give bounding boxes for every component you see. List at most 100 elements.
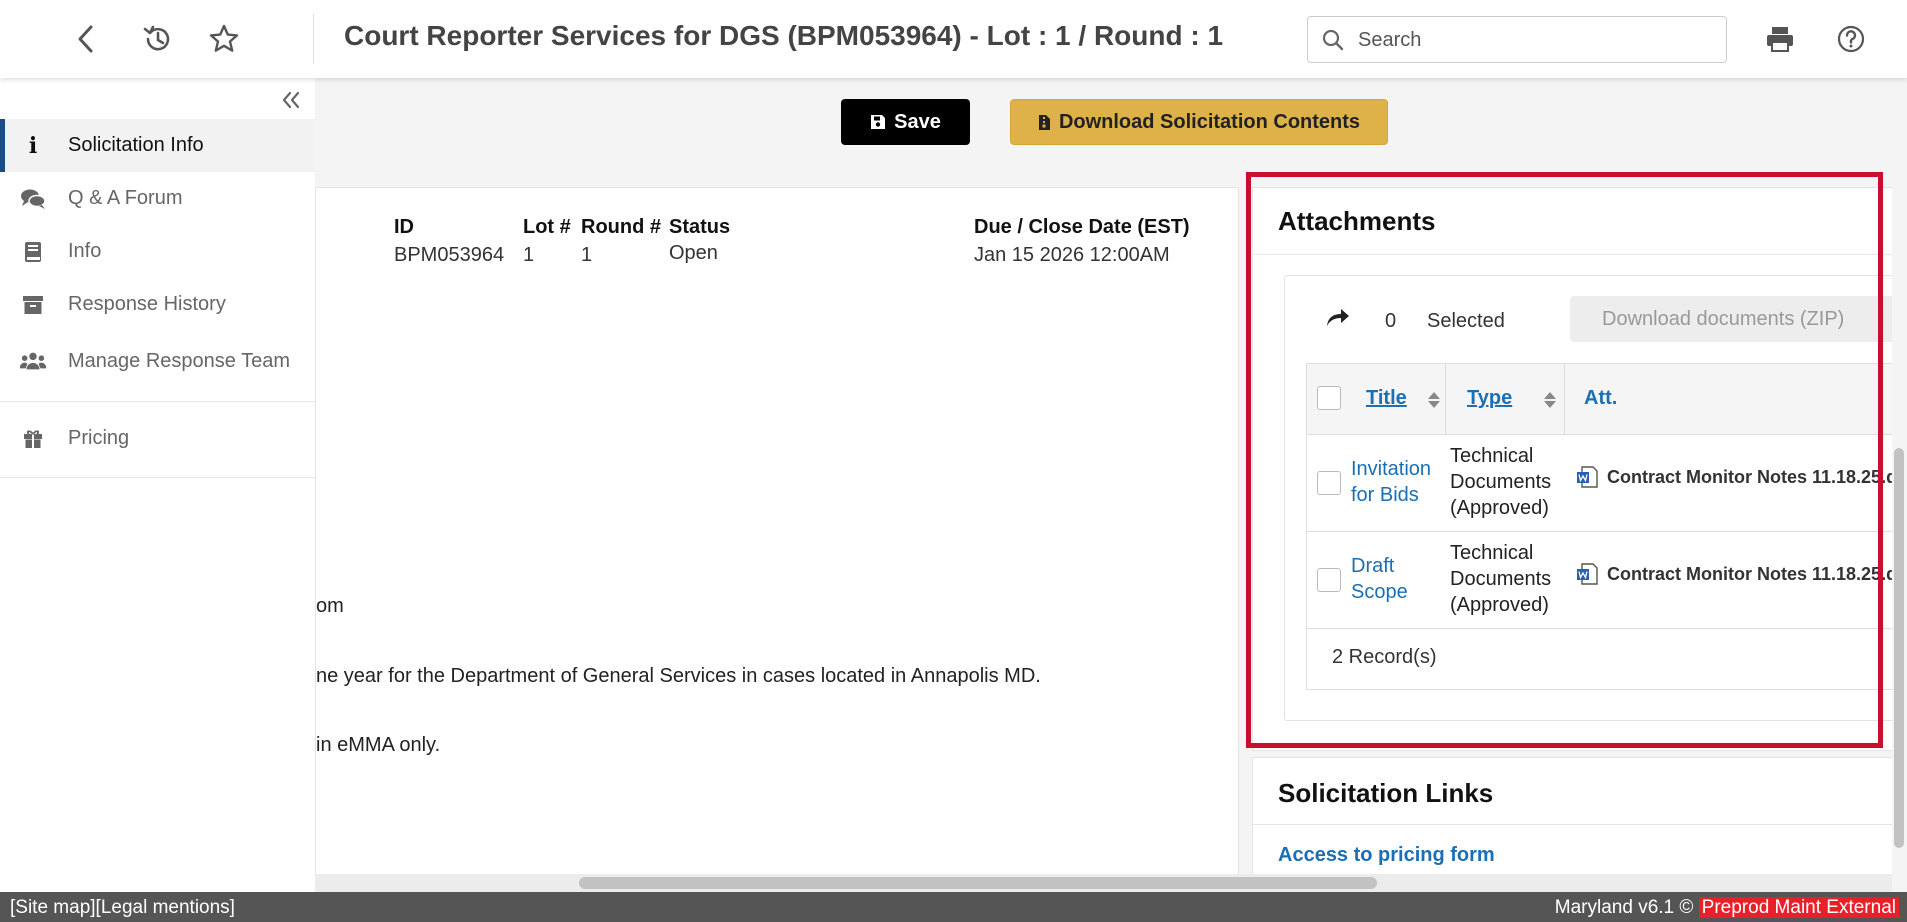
top-bar: Court Reporter Services for DGS (BPM0539… — [0, 0, 1907, 78]
sidebar-item-qa-forum[interactable]: Q & A Forum — [0, 172, 315, 225]
sidebar-item-label: Pricing — [68, 427, 130, 449]
table-row: Draft Scope Technical Documents (Approve… — [1307, 532, 1907, 629]
search-box[interactable] — [1307, 16, 1727, 63]
printer-icon — [1767, 27, 1793, 52]
status-value: Open — [669, 242, 718, 264]
sidebar-divider — [0, 401, 315, 402]
collapse-sidebar-button[interactable] — [280, 88, 302, 114]
title-column-header[interactable]: Title — [1366, 387, 1407, 410]
column-divider — [1564, 364, 1565, 435]
horizontal-scrollbar-thumb[interactable] — [579, 877, 1377, 889]
solicitation-links-card: Solicitation Links Access to pricing for… — [1252, 757, 1907, 892]
selected-count: 0 — [1385, 310, 1397, 332]
sidebar-item-manage-response-team[interactable]: Manage Response Team — [0, 331, 315, 391]
attachment-type: Technical Documents (Approved) — [1450, 542, 1552, 616]
attachment-title-link[interactable]: Invitation for Bids — [1351, 456, 1441, 508]
sidebar-item-info[interactable]: Info — [0, 225, 315, 278]
history-icon — [143, 25, 170, 51]
share-forward-icon — [1327, 309, 1349, 326]
sidebar-nav: i Solicitation Info Q & A Forum Info Res… — [0, 119, 315, 488]
favorite-button[interactable] — [205, 20, 243, 58]
id-header: ID — [394, 216, 414, 238]
type-column-header[interactable]: Type — [1467, 387, 1512, 410]
sidebar-item-label: Manage Response Team — [68, 349, 290, 372]
environment-badge: Preprod Maint External — [1698, 897, 1899, 918]
table-row: Invitation for Bids Technical Documents … — [1307, 435, 1907, 532]
sidebar-item-label: Solicitation Info — [68, 134, 204, 156]
solicitation-links-title: Solicitation Links — [1278, 778, 1494, 808]
sort-icon[interactable] — [1543, 390, 1557, 410]
lot-value: 1 — [523, 244, 535, 266]
record-count: 2 Record(s) — [1332, 646, 1437, 668]
id-value: BPM053964 — [394, 244, 505, 266]
vertical-scrollbar[interactable] — [1892, 78, 1907, 892]
search-input[interactable] — [1358, 25, 1713, 55]
attachment-file-name: Contract Monitor Notes 11.18.25.docx — [1607, 563, 1907, 584]
back-button[interactable] — [67, 20, 105, 58]
horizontal-scrollbar[interactable] — [315, 874, 1892, 892]
help-button[interactable] — [1832, 20, 1870, 58]
download-zip-button[interactable]: Download documents (ZIP) — [1570, 296, 1907, 342]
floppy-disk-icon — [871, 115, 886, 129]
round-header: Round # — [581, 216, 661, 238]
description-line: om — [316, 595, 344, 617]
users-icon — [20, 349, 46, 373]
select-all-checkbox[interactable] — [1317, 386, 1341, 410]
description-line: ne year for the Department of General Se… — [316, 665, 1041, 687]
chat-icon — [20, 187, 46, 211]
attachment-file-link[interactable]: Contract Monitor Notes 11.18.25.docx — [1575, 562, 1907, 586]
book-icon — [20, 240, 46, 264]
info-icon: i — [28, 133, 38, 159]
row-checkbox[interactable] — [1317, 471, 1341, 495]
attachments-grid-container: 0 Selected Download documents (ZIP) Titl… — [1284, 275, 1907, 721]
due-date-value: Jan 15 2026 12:00AM — [974, 244, 1170, 266]
column-divider — [1445, 364, 1446, 435]
sort-icon[interactable] — [1427, 390, 1441, 410]
star-icon — [209, 24, 239, 52]
round-value: 1 — [581, 244, 593, 266]
footer-links[interactable]: [Site map][Legal mentions] — [10, 897, 235, 919]
footer-version: Maryland v6.1 © Preprod Maint External — [1555, 897, 1899, 919]
help-icon — [1837, 25, 1865, 53]
gift-icon — [20, 427, 46, 451]
attachment-title-link[interactable]: Draft Scope — [1351, 553, 1441, 605]
sidebar-item-solicitation-info[interactable]: i Solicitation Info — [0, 119, 315, 172]
print-button[interactable] — [1761, 20, 1799, 58]
attachment-file-link[interactable]: Contract Monitor Notes 11.18.25.docx — [1575, 465, 1907, 489]
history-button[interactable] — [139, 20, 177, 58]
double-chevron-left-icon — [282, 91, 300, 109]
search-icon — [1322, 29, 1344, 51]
toolbar-divider — [313, 14, 314, 64]
word-document-icon — [1577, 563, 1598, 585]
attachment-file-name: Contract Monitor Notes 11.18.25.docx — [1607, 466, 1907, 487]
sidebar-item-label: Info — [68, 240, 102, 262]
download-solicitation-label: Download Solicitation Contents — [1058, 110, 1361, 133]
links-divider — [1253, 824, 1907, 825]
save-button[interactable]: Save — [841, 99, 970, 145]
sidebar-item-response-history[interactable]: Response History — [0, 278, 315, 331]
version-text: Maryland v6.1 © — [1554, 897, 1694, 918]
sidebar: i Solicitation Info Q & A Forum Info Res… — [0, 78, 315, 892]
sidebar-item-label: Response History — [68, 293, 226, 315]
lot-header: Lot # — [523, 216, 571, 238]
attachments-title: Attachments — [1278, 206, 1436, 236]
due-date-header: Due / Close Date (EST) — [974, 216, 1190, 238]
pricing-form-link[interactable]: Access to pricing form — [1278, 844, 1495, 867]
description-line: in eMMA only. — [316, 734, 441, 756]
chevron-left-icon — [78, 25, 93, 53]
attachments-card: Attachments 0 Selected Download document… — [1252, 187, 1907, 751]
archive-icon — [20, 293, 46, 317]
sidebar-divider — [0, 477, 315, 478]
sidebar-item-pricing[interactable]: Pricing — [0, 412, 315, 465]
main-content: Save Download Solicitation Contents ID L… — [315, 78, 1907, 892]
zip-file-icon — [1038, 114, 1050, 130]
page-title: Court Reporter Services for DGS (BPM0539… — [344, 20, 1224, 51]
download-solicitation-button[interactable]: Download Solicitation Contents — [1010, 99, 1388, 145]
sidebar-item-label: Q & A Forum — [68, 187, 183, 209]
att-column-header: Att. — [1584, 387, 1618, 409]
attachment-type: Technical Documents (Approved) — [1450, 445, 1552, 519]
attachments-table: Title Type Att. Invitation for Bids Tech… — [1306, 363, 1907, 690]
vertical-scrollbar-thumb[interactable] — [1894, 448, 1904, 848]
row-checkbox[interactable] — [1317, 568, 1341, 592]
footer: [Site map][Legal mentions] Maryland v6.1… — [0, 892, 1907, 922]
